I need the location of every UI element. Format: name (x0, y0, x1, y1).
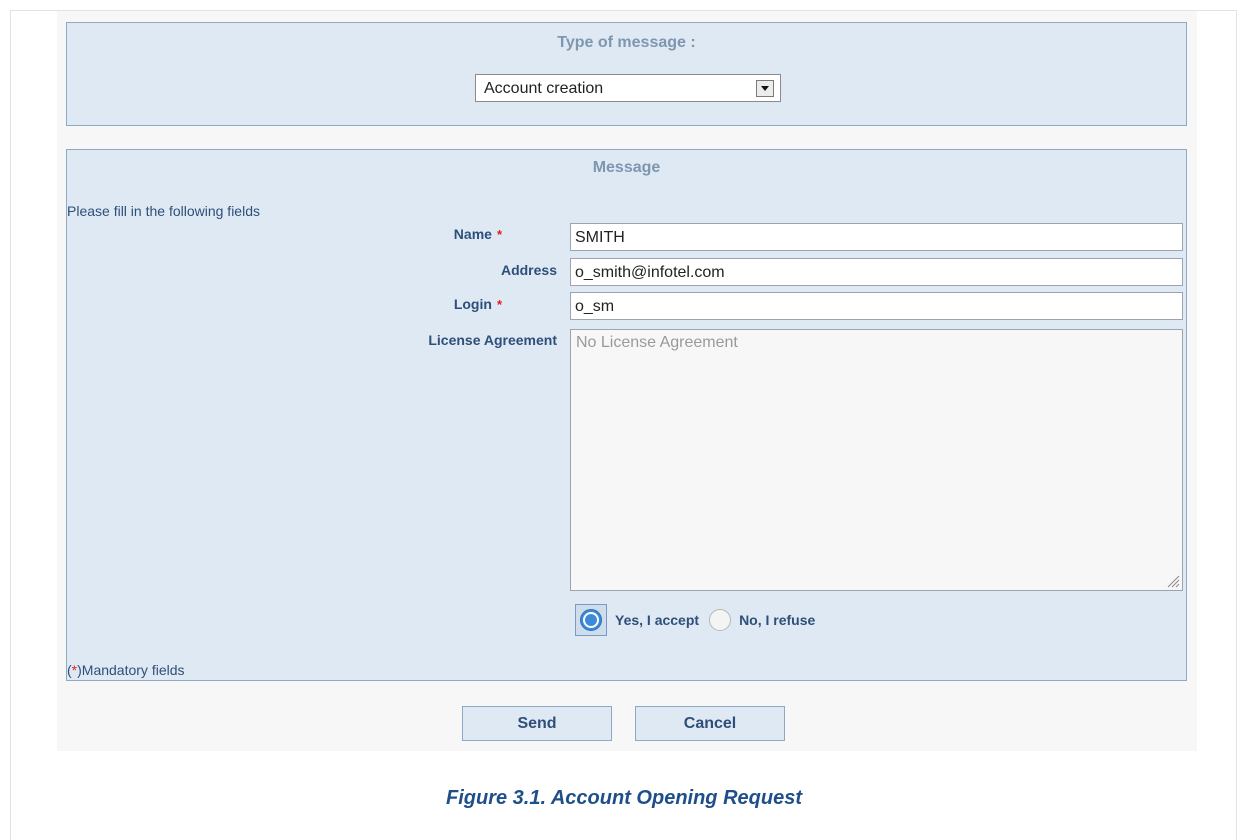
name-input[interactable]: SMITH (570, 223, 1183, 251)
license-choice: Yes, I accept No, I refuse (575, 602, 815, 638)
instructions-text: Please fill in the following fields (67, 203, 260, 219)
login-input[interactable]: o_sm (570, 292, 1183, 320)
license-label: License Agreement (428, 332, 557, 348)
chevron-down-icon[interactable] (756, 80, 774, 97)
radio-selected-icon (580, 609, 602, 631)
message-panel: Message Please fill in the following fie… (66, 149, 1187, 681)
login-label-text: Login (453, 296, 492, 312)
mandatory-note: (*)Mandatory fields (67, 662, 185, 678)
required-marker: * (496, 227, 502, 242)
cancel-button[interactable]: Cancel (635, 706, 785, 741)
message-type-selected-value: Account creation (484, 80, 604, 97)
license-placeholder: No License Agreement (576, 334, 738, 351)
resize-grip-icon[interactable] (1166, 574, 1180, 588)
address-label: Address (500, 262, 557, 278)
message-type-title: Type of message : (557, 34, 696, 51)
name-label: Name * (212, 226, 502, 242)
license-textarea[interactable]: No License Agreement (570, 329, 1183, 591)
accept-radio[interactable] (575, 604, 607, 636)
accept-label[interactable]: Yes, I accept (615, 612, 699, 628)
message-title: Message (592, 159, 661, 176)
login-label: Login * (212, 296, 502, 312)
send-button[interactable]: Send (462, 706, 612, 741)
refuse-label[interactable]: No, I refuse (739, 612, 815, 628)
address-input[interactable]: o_smith@infotel.com (570, 258, 1183, 286)
message-type-select[interactable]: Account creation (475, 74, 781, 102)
required-marker: * (496, 297, 502, 312)
refuse-radio[interactable] (709, 609, 732, 631)
figure-caption: Figure 3.1. Account Opening Request (446, 787, 802, 809)
mandatory-note-text: )Mandatory fields (77, 662, 185, 678)
name-label-text: Name (453, 226, 492, 242)
message-type-panel: Type of message : Account creation (66, 22, 1187, 126)
